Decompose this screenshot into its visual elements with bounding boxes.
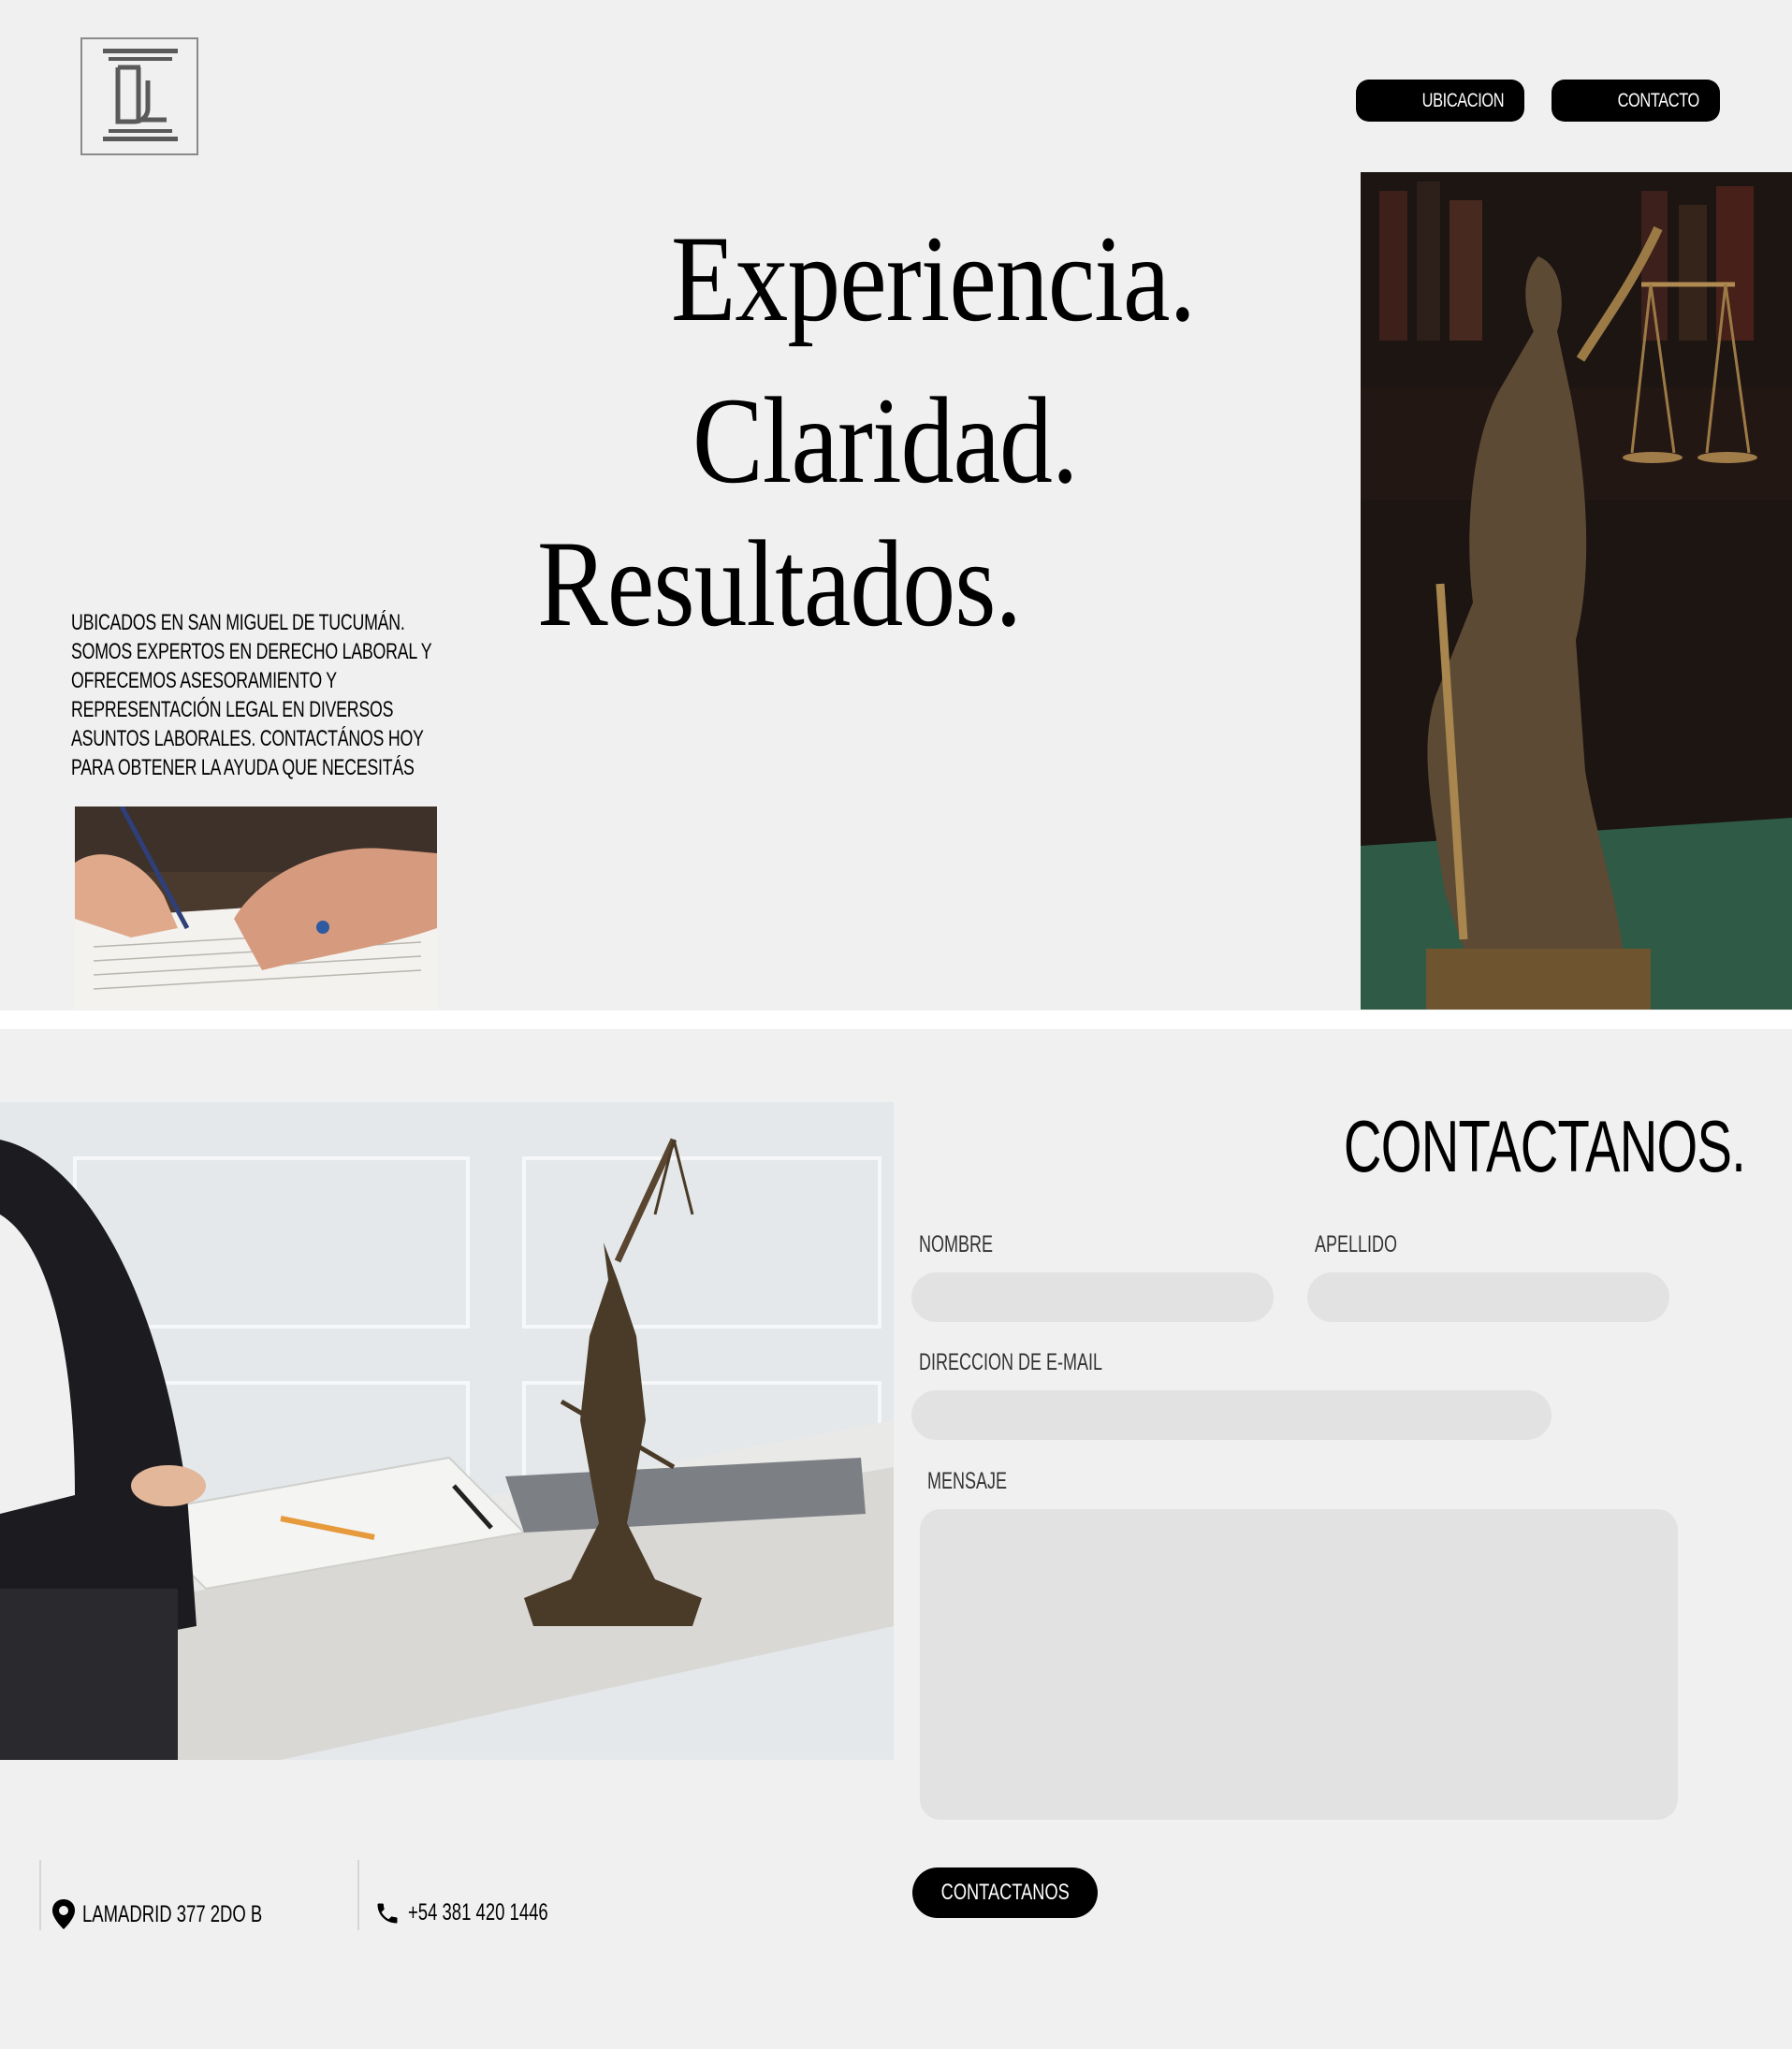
nombre-label: NOMBRE [919,1231,994,1257]
site-logo[interactable] [80,37,198,155]
headline-experiencia: Experiencia. [671,210,1196,347]
mensaje-label: MENSAJE [927,1468,1008,1494]
contact-submit-button[interactable]: CONTACTANOS [912,1867,1098,1918]
headline-resultados: Resultados. [537,515,1022,652]
hands-signing-photo [75,807,437,1010]
footer-divider [357,1860,359,1930]
nav-ubicacion-button[interactable]: UBICACION [1356,80,1524,122]
nav-ubicacion-label: UBICACION [1421,89,1504,111]
section-divider [0,1010,1792,1029]
phone-info[interactable]: +54 381 420 1446 [374,1899,597,1926]
map-pin-icon [52,1899,75,1929]
email-input[interactable] [911,1390,1552,1440]
headline-claridad: Claridad. [692,371,1078,509]
nombre-input[interactable] [911,1272,1274,1322]
intro-text: UBICADOS EN SAN MIGUEL DE TUCUMÁN. SOMOS… [71,610,432,780]
phone-icon [377,1903,398,1923]
apellido-input[interactable] [1307,1272,1669,1322]
pillar-logo-icon [103,49,178,141]
contact-title: CONTACTANOS. [1343,1105,1746,1187]
phone-text: +54 381 420 1446 [408,1899,548,1925]
address-info: LAMADRID 377 2DO B [52,1899,326,1929]
apellido-label: APELLIDO [1315,1231,1398,1257]
nav-contacto-label: CONTACTO [1617,89,1700,111]
email-label: DIRECCION DE E-MAIL [919,1349,1103,1375]
nav-contacto-button[interactable]: CONTACTO [1552,80,1720,122]
lady-justice-statue-photo [1361,172,1792,1010]
footer-divider [39,1860,41,1930]
mensaje-textarea[interactable] [920,1509,1678,1820]
contact-submit-label: CONTACTANOS [940,1880,1070,1905]
office-desk-photo [0,1102,894,1760]
address-text: LAMADRID 377 2DO B [82,1900,263,1927]
